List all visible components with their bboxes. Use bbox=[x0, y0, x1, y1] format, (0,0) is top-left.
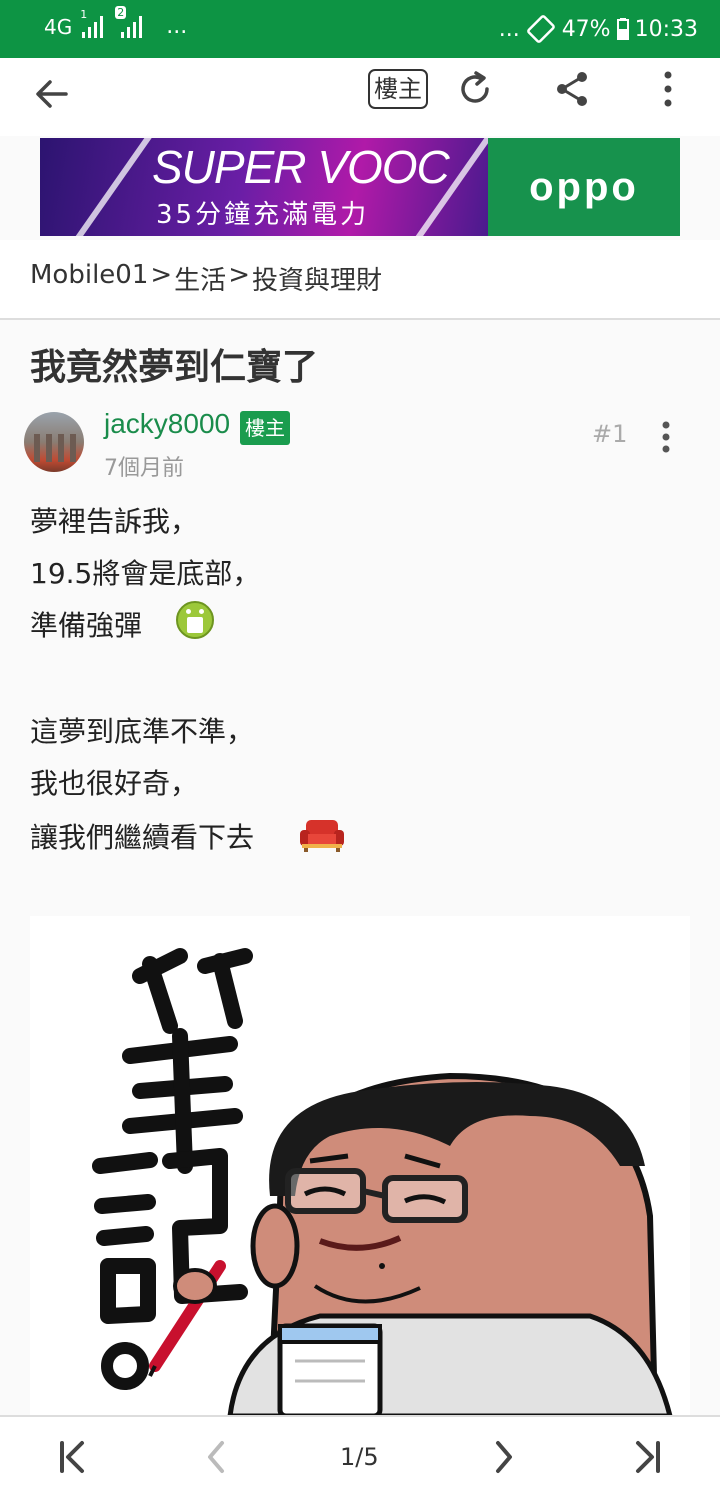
author-name[interactable]: jacky8000 bbox=[104, 408, 230, 440]
status-left: 4G 1 2 ... bbox=[44, 5, 188, 39]
prev-page-icon[interactable] bbox=[196, 1437, 236, 1477]
network-type: 4G bbox=[44, 14, 73, 39]
battery-icon bbox=[616, 18, 629, 40]
breadcrumb-separator: > bbox=[228, 260, 250, 290]
pagination-bar: 1/5 bbox=[0, 1415, 720, 1497]
ad-banner[interactable]: SUPER VOOC 35分鐘充滿電力 oppo bbox=[40, 138, 680, 236]
post-line: 這夢到底準不準， bbox=[30, 715, 255, 748]
status-left-dots: ... bbox=[166, 14, 188, 39]
app-toolbar: 樓主 bbox=[0, 58, 720, 136]
breadcrumb-item-mobile01[interactable]: Mobile01 bbox=[30, 260, 148, 297]
breadcrumb: Mobile01 > 生活 > 投資與理財 bbox=[0, 240, 720, 320]
sim1-label: 1 bbox=[80, 7, 88, 21]
signal-icon-sim2: 2 bbox=[115, 5, 143, 38]
status-right: ... 47% 10:33 bbox=[499, 14, 698, 44]
battery-percent: 47% bbox=[561, 16, 611, 42]
post-line: 我也很好奇， bbox=[30, 767, 199, 800]
sticker-illustration bbox=[92, 948, 673, 1416]
breadcrumb-item-investing[interactable]: 投資與理財 bbox=[252, 260, 382, 297]
ad-subline: 35分鐘充滿電力 bbox=[156, 200, 370, 230]
post-date: 7個月前 bbox=[104, 456, 184, 481]
sticker-image bbox=[30, 916, 690, 1416]
post-line: 準備強彈 bbox=[30, 609, 143, 642]
ad-headline: SUPER VOOC bbox=[152, 141, 450, 193]
more-icon[interactable] bbox=[656, 68, 680, 110]
floor-number: #1 bbox=[592, 420, 628, 448]
avatar[interactable] bbox=[24, 412, 84, 472]
green-smiley-icon bbox=[176, 601, 214, 639]
post-line: 讓我們繼續看下去 bbox=[30, 821, 255, 854]
thread-title: 我竟然夢到仁寶了 bbox=[30, 347, 319, 388]
status-bar: 4G 1 2 ... ... 47% 10:33 bbox=[0, 0, 720, 58]
back-icon[interactable] bbox=[32, 74, 72, 114]
page-indicator: 1/5 bbox=[340, 1443, 379, 1471]
share-icon[interactable] bbox=[552, 68, 592, 110]
owner-only-button[interactable]: 樓主 bbox=[368, 69, 428, 109]
breadcrumb-separator: > bbox=[150, 260, 173, 290]
ad-stripe bbox=[70, 138, 156, 236]
post-line: 夢裡告訴我， bbox=[30, 505, 199, 538]
rotation-icon bbox=[526, 15, 555, 43]
sim2-label: 2 bbox=[115, 5, 127, 19]
ad-brand-logo: oppo bbox=[488, 138, 680, 236]
last-page-icon[interactable] bbox=[628, 1437, 668, 1477]
ad-purple-panel: SUPER VOOC 35分鐘充滿電力 bbox=[40, 138, 496, 236]
post-line: 19.5將會是底部， bbox=[30, 557, 261, 590]
signal-icon-sim1: 1 bbox=[80, 8, 104, 38]
owner-badge: 樓主 bbox=[240, 411, 290, 445]
first-page-icon[interactable] bbox=[52, 1437, 92, 1477]
post-more-icon[interactable] bbox=[656, 420, 676, 454]
clock: 10:33 bbox=[634, 16, 698, 42]
next-page-icon[interactable] bbox=[484, 1437, 524, 1477]
status-right-dots: ... bbox=[498, 16, 520, 42]
breadcrumb-item-life[interactable]: 生活 bbox=[174, 260, 226, 297]
refresh-icon[interactable] bbox=[454, 68, 496, 110]
sofa-icon bbox=[300, 820, 344, 852]
